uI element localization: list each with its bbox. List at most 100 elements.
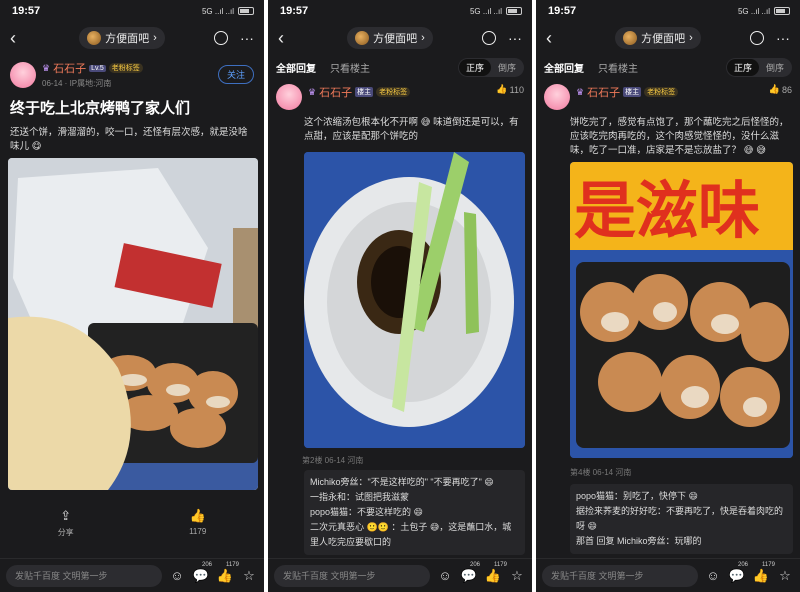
star-icon[interactable]: ☆: [776, 567, 794, 585]
top-nav: ‹ 方便面吧 › ···: [536, 22, 800, 54]
thumb-up-icon[interactable]: 👍 1179: [484, 562, 507, 585]
sort-toggle[interactable]: 正序 倒序: [725, 57, 792, 77]
sort-asc[interactable]: 正序: [458, 58, 491, 76]
battery-icon: [774, 7, 790, 15]
star-icon[interactable]: ☆: [240, 567, 258, 585]
sub-reply[interactable]: 那首 回复 Michiko旁丝：玩哪的: [576, 534, 787, 549]
battery-icon: [238, 7, 254, 15]
chevron-left-icon[interactable]: ‹: [10, 28, 30, 49]
thumb-up-icon[interactable]: 👍 1179: [752, 562, 775, 585]
reply-body: 饼吃完了，感觉有点饱了，那个蘸吃完之后怪怪的，应该吃完肉再吃的，这个肉感觉怪怪的…: [570, 117, 789, 156]
post-meta: 06-14 · IP属地:河南: [42, 79, 112, 88]
chevron-left-icon[interactable]: ‹: [278, 28, 298, 49]
panel-reply-floor-4: 19:57 5G ..ıl ..ıl ‹ 方便面吧 › ··· 全部回复 只看楼主 …: [536, 0, 800, 592]
author-name[interactable]: 石石子: [53, 60, 86, 76]
forum-pill[interactable]: 方便面吧 ›: [347, 27, 433, 49]
sort-desc[interactable]: 倒序: [759, 59, 791, 76]
share-icon: ⇪: [60, 508, 72, 523]
sub-reply[interactable]: popo猫猫：不要这样吃的 😄: [310, 505, 519, 520]
screenshot-collage: 19:57 5G ..ıl ..ıl ‹ 方便面吧 › ··· ♛ 石石子 Lv.5 老…: [0, 0, 800, 592]
forum-name: 方便面吧: [105, 33, 150, 45]
status-time: 19:57: [12, 5, 41, 17]
forum-icon: [623, 31, 638, 45]
sub-reply[interactable]: Michiko旁丝："不是这样吃的" "不要再吃了" 😄: [310, 475, 519, 490]
reply-like[interactable]: 👍 86: [769, 84, 792, 95]
tab-all-replies[interactable]: 全部回复: [276, 60, 316, 75]
follow-button[interactable]: 关注: [217, 65, 254, 84]
emoji-icon[interactable]: ☺: [436, 567, 454, 585]
reply-author-row: ♛ 石石子 楼主 老粉标签 👍 86: [536, 80, 800, 114]
reply-body: 这个浓缩汤包根本化不开啊 😅 味道倒还是可以，有点甜，应该是配那个饼吃的: [304, 117, 519, 142]
share-icon[interactable]: [749, 31, 764, 45]
avatar[interactable]: [276, 84, 302, 110]
floor-meta: 第4楼 06-14 河南: [570, 468, 632, 477]
crown-icon: ♛: [576, 86, 585, 97]
level-badge: Lv.5: [89, 64, 106, 72]
reply-photo-sliced-duck[interactable]: 是滋味: [570, 162, 793, 458]
star-icon[interactable]: ☆: [508, 567, 526, 585]
sort-desc[interactable]: 倒序: [491, 59, 523, 76]
comment-icon[interactable]: 💬 206: [460, 562, 480, 585]
reply-like[interactable]: 👍 110: [496, 84, 524, 95]
thumb-up-icon: 👍: [496, 84, 508, 94]
emoji-icon[interactable]: ☺: [704, 567, 722, 585]
chevron-right-icon: ›: [421, 32, 425, 44]
reply-input[interactable]: 发贴千百度 文明第一步: [6, 564, 162, 587]
sub-replies: popo猫猫：别吃了，快停下 😄 据捡来荞麦的好好吃：不要再吃了，快是吞着肉吃的…: [570, 484, 793, 554]
tab-all-replies[interactable]: 全部回复: [544, 60, 584, 75]
reply-photo-soup-cup[interactable]: [304, 152, 525, 448]
more-icon[interactable]: ···: [508, 30, 522, 46]
share-action[interactable]: ⇪ 分享: [58, 508, 74, 538]
post-title: 终于吃上北京烤鸭了家人们: [10, 100, 191, 117]
sub-reply[interactable]: 二次元真恶心 🙂🙂 ：土包子 😅，这是蘸口水，城里人吃完应要歇口的: [310, 520, 519, 550]
avatar[interactable]: [10, 61, 36, 88]
chevron-right-icon: ›: [689, 32, 693, 44]
author-row: ♛ 石石子 Lv.5 老粉标签 06-14 · IP属地:河南 关注: [0, 54, 264, 95]
post-actions: ⇪ 分享 👍 1179: [0, 504, 264, 538]
sort-asc[interactable]: 正序: [726, 58, 759, 76]
photo-illustration: 是滋味: [570, 162, 793, 458]
share-icon[interactable]: [481, 31, 496, 45]
thumb-up-icon: 👍: [768, 84, 780, 94]
more-icon[interactable]: ···: [240, 30, 254, 46]
status-bar: 19:57 5G ..ıl ..ıl: [536, 0, 800, 22]
tab-op-only[interactable]: 只看楼主: [330, 60, 370, 75]
forum-icon: [355, 31, 370, 45]
panel-main-post: 19:57 5G ..ıl ..ıl ‹ 方便面吧 › ··· ♛ 石石子 Lv.5 老…: [0, 0, 264, 592]
tab-op-only[interactable]: 只看楼主: [598, 60, 638, 75]
chevron-right-icon: ›: [153, 32, 157, 44]
sub-reply[interactable]: 据捡来荞麦的好好吃：不要再吃了，快是吞着肉吃的呀 😄: [576, 504, 787, 534]
sort-toggle[interactable]: 正序 倒序: [457, 57, 524, 77]
forum-pill[interactable]: 方便面吧 ›: [615, 27, 701, 49]
floor-meta: 第2楼 06-14 河南: [302, 456, 364, 465]
crown-icon: ♛: [42, 62, 51, 73]
banner-text: 是滋味: [574, 174, 760, 247]
forum-icon: [87, 31, 102, 45]
battery-icon: [506, 7, 522, 15]
panel-reply-floor-2: 19:57 5G ..ıl ..ıl ‹ 方便面吧 › ··· 全部回复 只看楼主 …: [268, 0, 532, 592]
more-icon[interactable]: ···: [776, 30, 790, 46]
reply-input[interactable]: 发贴千百度 文明第一步: [542, 564, 698, 587]
reply-filter-bar: 全部回复 只看楼主 正序 倒序: [268, 54, 532, 80]
avatar[interactable]: [544, 84, 570, 110]
share-icon[interactable]: [213, 31, 228, 45]
comment-icon[interactable]: 💬 206: [192, 562, 212, 585]
bottom-bar: 发贴千百度 文明第一步 ☺ 💬 206 👍 1179 ☆: [536, 558, 800, 592]
sub-reply[interactable]: popo猫猫：别吃了，快停下 😄: [576, 489, 787, 504]
sub-replies: Michiko旁丝："不是这样吃的" "不要再吃了" 😄 一指永和：试图把我滋蒙…: [304, 470, 525, 555]
forum-pill[interactable]: 方便面吧 ›: [79, 27, 165, 49]
post-photo-duck-with-pancake[interactable]: [8, 158, 258, 490]
signal-icon: 5G ..ıl ..ıl: [201, 6, 234, 16]
thumb-up-icon[interactable]: 👍 1179: [216, 562, 239, 585]
comment-icon[interactable]: 💬 206: [728, 562, 748, 585]
sub-reply[interactable]: 一指永和：试图把我滋蒙: [310, 490, 519, 505]
photo-illustration: [304, 152, 525, 448]
reply-input[interactable]: 发贴千百度 文明第一步: [274, 564, 430, 587]
chevron-left-icon[interactable]: ‹: [546, 28, 566, 49]
like-action[interactable]: 👍 1179: [189, 508, 206, 538]
reply-author-row: ♛ 石石子 楼主 老粉标签 👍 110: [268, 80, 532, 114]
emoji-icon[interactable]: ☺: [168, 567, 186, 585]
top-nav: ‹ 方便面吧 › ···: [268, 22, 532, 54]
bottom-bar: 发贴千百度 文明第一步 ☺ 💬 206 👍 1179 ☆: [0, 558, 264, 592]
thumb-up-icon: 👍: [189, 508, 206, 523]
